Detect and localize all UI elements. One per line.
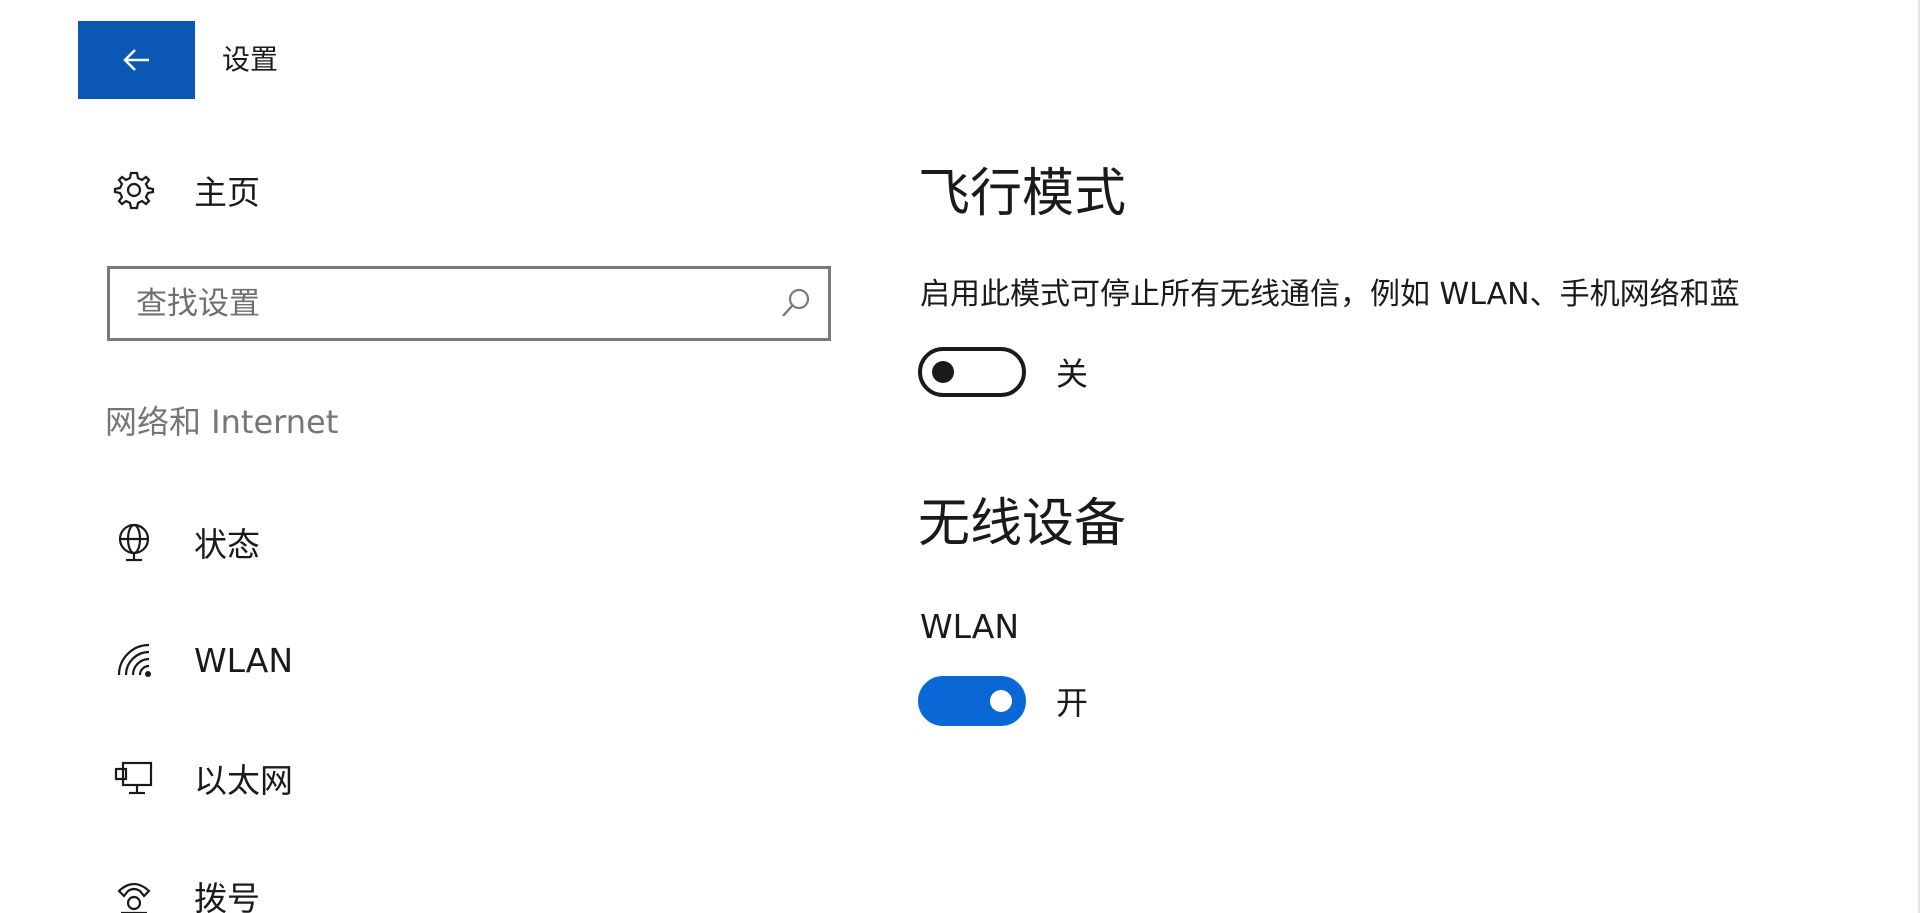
sidebar-item-label: 以太网 [194, 761, 293, 800]
search-input[interactable] [110, 269, 750, 338]
status-globe-icon [112, 520, 156, 564]
app-title: 设置 [222, 43, 279, 76]
sidebar-item-label: 拨号 [194, 879, 260, 913]
ethernet-icon [112, 756, 156, 800]
wifi-icon [112, 638, 156, 682]
section-header: 网络和 Internet [105, 403, 339, 441]
toggle-knob [932, 361, 954, 383]
sidebar-item-status[interactable]: 状态 [112, 512, 260, 572]
airplane-mode-description: 启用此模式可停止所有无线通信，例如 WLAN、手机网络和蓝 [920, 277, 1740, 312]
wlan-toggle[interactable] [918, 676, 1026, 726]
sidebar-item-label: WLAN [194, 640, 294, 680]
wlan-state-label: 开 [1056, 684, 1089, 722]
search-icon[interactable] [778, 285, 814, 321]
wlan-device-label: WLAN [920, 607, 1020, 646]
sidebar-item-dialup[interactable]: 拨号 [112, 866, 260, 913]
sidebar-item-label: 主页 [194, 173, 260, 212]
sidebar-item-ethernet[interactable]: 以太网 [112, 748, 293, 808]
airplane-mode-state-label: 关 [1056, 355, 1089, 393]
wlan-toggle-row: 开 [918, 675, 1088, 727]
sidebar-item-label: 状态 [194, 525, 260, 564]
back-button[interactable] [78, 21, 195, 99]
gear-icon [112, 168, 156, 212]
settings-window: 设置 主页 网络和 Internet [0, 0, 1920, 913]
search-box[interactable] [107, 266, 831, 341]
sidebar-item-wlan[interactable]: WLAN [112, 630, 293, 690]
dialup-phone-icon [112, 874, 156, 913]
wireless-devices-title: 无线设备 [918, 494, 1127, 554]
airplane-mode-title: 飞行模式 [918, 164, 1127, 224]
sidebar-item-home[interactable]: 主页 [112, 162, 260, 218]
back-arrow-icon [122, 49, 149, 71]
airplane-mode-toggle-row: 关 [918, 346, 1088, 398]
toggle-knob [990, 690, 1012, 712]
airplane-mode-toggle[interactable] [918, 347, 1026, 397]
